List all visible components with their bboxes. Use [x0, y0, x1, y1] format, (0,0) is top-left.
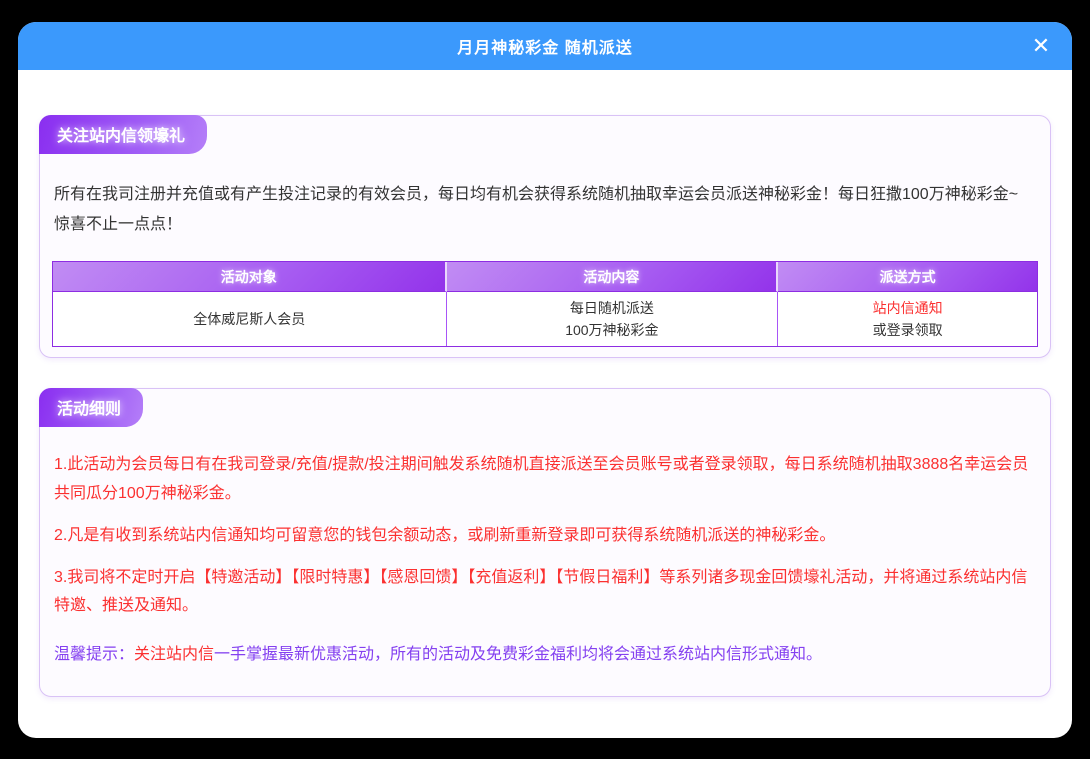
tip-rest: 一手掌握最新优惠活动，所有的活动及免费彩金福利均将会通过系统站内信形式通知。: [214, 646, 822, 663]
close-icon: ✕: [1032, 35, 1050, 57]
table-cell-target: 全体威尼斯人会员: [53, 292, 447, 346]
content-line-2: 100万神秘彩金: [447, 319, 778, 341]
tip-highlight: 关注站内信: [134, 646, 214, 663]
rule-item-1: 1.此活动为会员每日有在我司登录/充值/提款/投注期间触发系统随机直接派送至会员…: [54, 451, 1036, 509]
table-header-target: 活动对象: [53, 262, 447, 292]
rule-item-2: 2.凡是有收到系统站内信通知均可留意您的钱包余额动态，或刷新重新登录即可获得系统…: [54, 522, 1036, 551]
tip-line: 温馨提示：关注站内信一手掌握最新优惠活动，所有的活动及免费彩金福利均将会通过系统…: [54, 641, 1036, 670]
promo-card-badge: 关注站内信领壕礼: [39, 115, 207, 154]
table-header-content: 活动内容: [447, 262, 779, 292]
promo-info-card: 关注站内信领壕礼 所有在我司注册并充值或有产生投注记录的有效会员，每日均有机会获…: [39, 115, 1051, 358]
promo-table: 活动对象 活动内容 派送方式 全体威尼斯人会员 每日随机派送 100万神秘彩金: [52, 261, 1038, 347]
promo-card-body: 所有在我司注册并充值或有产生投注记录的有效会员，每日均有机会获得系统随机抽取幸运…: [40, 154, 1050, 357]
modal-title: 月月神秘彩金 随机派送: [457, 34, 632, 58]
method-line-1: 站内信通知: [778, 297, 1037, 319]
content-line-1: 每日随机派送: [447, 297, 778, 319]
rules-body: 1.此活动为会员每日有在我司登录/充值/提款/投注期间触发系统随机直接派送至会员…: [40, 427, 1050, 696]
modal-header: 月月神秘彩金 随机派送 ✕: [18, 22, 1072, 70]
rules-card: 活动细则 1.此活动为会员每日有在我司登录/充值/提款/投注期间触发系统随机直接…: [39, 388, 1051, 697]
rules-card-badge: 活动细则: [39, 388, 143, 427]
promo-description: 所有在我司注册并充值或有产生投注记录的有效会员，每日均有机会获得系统随机抽取幸运…: [52, 164, 1038, 243]
table-cell-content: 每日随机派送 100万神秘彩金: [447, 292, 779, 346]
method-line-2: 或登录领取: [778, 319, 1037, 341]
table-header-row: 活动对象 活动内容 派送方式: [53, 262, 1037, 292]
promo-modal: 月月神秘彩金 随机派送 ✕ 关注站内信领壕礼 所有在我司注册并充值或有产生投注记…: [18, 22, 1072, 738]
tip-prefix: 温馨提示：: [54, 646, 134, 663]
close-button[interactable]: ✕: [1026, 31, 1056, 61]
modal-content: 关注站内信领壕礼 所有在我司注册并充值或有产生投注记录的有效会员，每日均有机会获…: [18, 70, 1072, 697]
table-cell-method: 站内信通知 或登录领取: [778, 292, 1037, 346]
table-row: 全体威尼斯人会员 每日随机派送 100万神秘彩金 站内信通知 或登录领取: [53, 292, 1037, 346]
table-header-method: 派送方式: [778, 262, 1037, 292]
rule-item-3: 3.我司将不定时开启【特邀活动】【限时特惠】【感恩回馈】【充值返利】【节假日福利…: [54, 564, 1036, 622]
